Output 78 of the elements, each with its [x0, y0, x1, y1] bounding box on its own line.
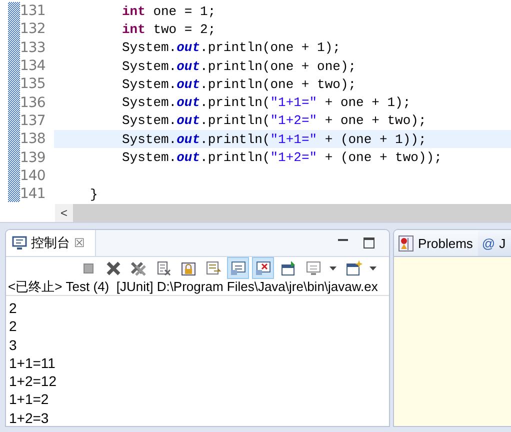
line-number: 139 [20, 150, 46, 166]
panel-tab[interactable]: Problems [394, 230, 478, 256]
line-number: 133 [20, 40, 46, 56]
panel-tab[interactable]: @ J [478, 230, 511, 256]
code-text: .println( [200, 132, 270, 147]
at-sign-icon: @ [482, 236, 496, 250]
code-text: System. [122, 40, 177, 56]
code-string: "1+1=" [270, 132, 318, 147]
code-field: out [176, 95, 200, 110]
problems-icon [398, 234, 414, 252]
code-text: .println(one + 1); [200, 40, 340, 56]
caret-icon [329, 266, 337, 270]
code-text: System. [122, 58, 177, 74]
pin-window-icon [280, 260, 296, 276]
code-string: "1+2=" [270, 113, 318, 128]
monitor-error-icon [254, 260, 272, 276]
code-text: System. [122, 76, 177, 92]
code-text: .println( [200, 150, 270, 166]
code-field: out [176, 132, 200, 147]
console-output-line: 2 [9, 317, 17, 336]
console-tab[interactable]: 控制台 ☒ [6, 230, 96, 256]
code-text: one = 1; [152, 4, 216, 19]
code-text: } [90, 186, 98, 202]
console-title: 控制台 [31, 235, 70, 252]
code-text: System. [122, 113, 177, 128]
monitor-icon [12, 236, 27, 250]
code-text: .println( [200, 113, 270, 128]
line-number: 135 [20, 76, 46, 92]
console-output-line: 1+2=3 [9, 408, 49, 426]
code-text: System. [122, 95, 177, 110]
code-text: System. [122, 132, 177, 147]
console-output-line: 1+2=12 [9, 372, 56, 390]
line-number: 136 [20, 94, 46, 111]
remove-icon [104, 260, 122, 276]
console-output-line: 2 [9, 299, 17, 318]
code-text: .println(one + two); [200, 76, 356, 92]
code-text: + one + two); [324, 113, 426, 128]
line-number: 131 [20, 3, 46, 20]
code-keyword: int [122, 22, 146, 37]
code-field: out [176, 58, 200, 74]
code-field: out [176, 40, 200, 56]
line-number: 141 [20, 186, 46, 202]
code-text: + one + 1); [324, 95, 411, 110]
code-string: "1+1=" [270, 95, 318, 110]
line-number: 137 [20, 112, 46, 129]
toolbar-button[interactable] [252, 257, 274, 279]
code-keyword: int [122, 4, 146, 19]
toolbar-button[interactable] [227, 257, 249, 279]
code-string: "1+2=" [270, 150, 318, 166]
line-number: 138 [20, 131, 46, 148]
code-field: out [176, 113, 200, 128]
console-output-line: 3 [9, 336, 17, 354]
new-window-icon [344, 260, 362, 276]
code-text: two = 2; [152, 22, 216, 37]
horizontal-scrollbar[interactable]: < [55, 204, 511, 222]
clear-document-icon [154, 260, 172, 276]
line-number: 140 [20, 168, 46, 184]
maximize-icon[interactable] [363, 237, 375, 249]
line-number: 134 [20, 58, 46, 74]
close-button[interactable]: ☒ [74, 236, 85, 250]
code-text: .println( [200, 95, 270, 110]
document-arrow-icon [204, 260, 222, 276]
line-number: 132 [20, 21, 46, 38]
code-field: out [176, 76, 200, 92]
code-text: System. [122, 150, 177, 166]
console-output-line: 1+1=11 [9, 354, 56, 372]
remove-all-icon [130, 260, 146, 276]
console-status: <已终止> Test (4) [JUnit] D:\Program Files\Java\jre\bin\javaw.ex [6, 279, 389, 296]
padlock-icon [180, 260, 196, 276]
monitor-icon [230, 260, 246, 276]
monitor-icon [304, 260, 322, 276]
console-output-line: 1+1=2 [9, 390, 49, 409]
caret-icon [369, 266, 377, 270]
code-field: out [176, 150, 200, 166]
code-text: + (one + two)); [324, 150, 442, 166]
code-text: .println(one + one); [200, 58, 356, 74]
code-text: + (one + 1)); [324, 132, 426, 147]
scroll-left-button[interactable]: < [55, 204, 73, 222]
